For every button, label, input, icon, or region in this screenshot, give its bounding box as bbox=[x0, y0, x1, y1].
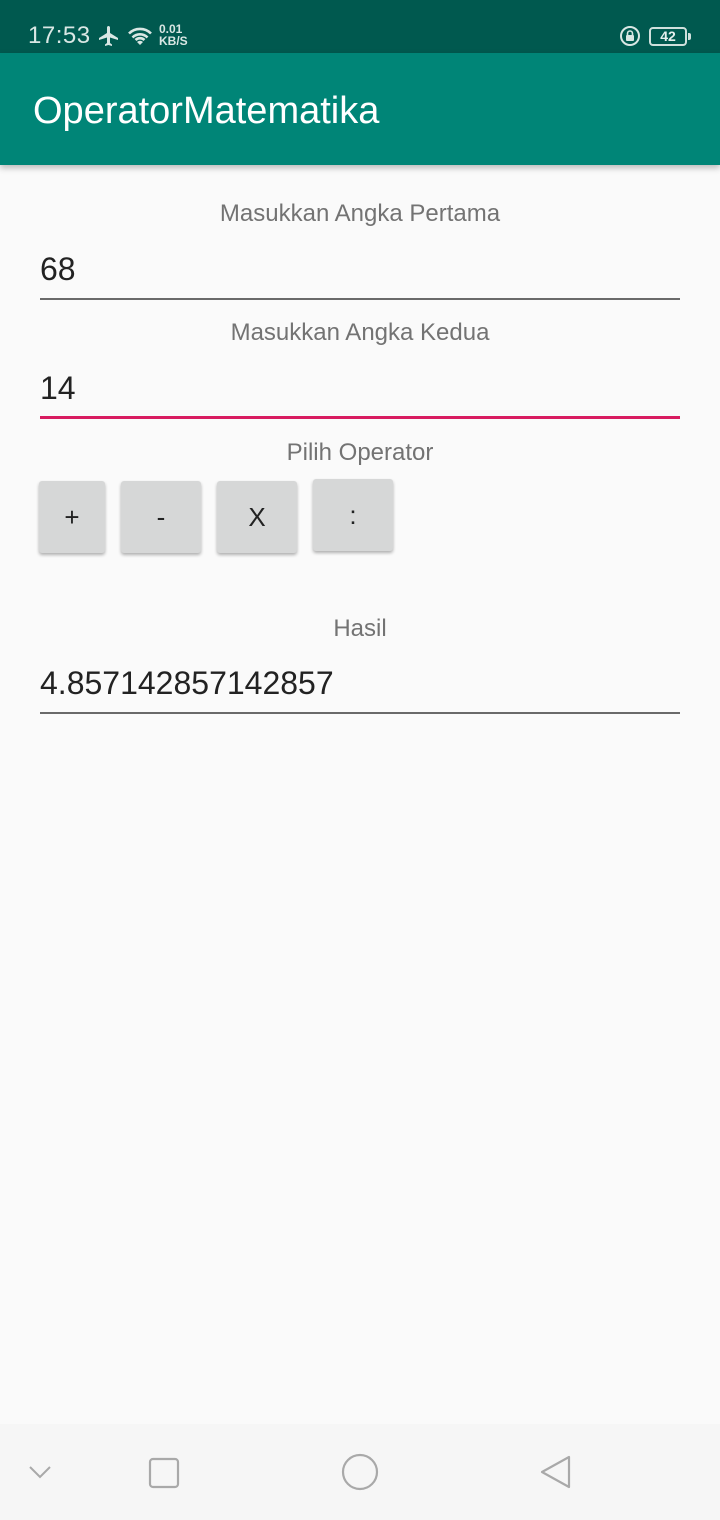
first-number-input[interactable]: 68 bbox=[40, 246, 680, 300]
network-speed-unit: KB/S bbox=[159, 34, 188, 48]
app-title: OperatorMatematika bbox=[33, 90, 380, 132]
result-label: Hasil bbox=[333, 615, 387, 642]
app-bar: OperatorMatematika bbox=[0, 53, 720, 165]
multiply-button[interactable]: X bbox=[217, 481, 297, 553]
divide-button[interactable]: : bbox=[313, 479, 393, 551]
wifi-icon bbox=[128, 27, 152, 45]
rotation-lock-icon bbox=[620, 26, 640, 46]
subtract-button[interactable]: - bbox=[121, 481, 201, 553]
network-speed: 0.01 KB/S bbox=[159, 23, 188, 47]
battery-tip bbox=[688, 33, 691, 40]
back-triangle-icon[interactable] bbox=[538, 1454, 574, 1490]
first-number-label: Masukkan Angka Pertama bbox=[219, 200, 501, 227]
chevron-down-icon[interactable] bbox=[28, 1464, 52, 1480]
result-field[interactable]: 4.857142857142857 bbox=[40, 660, 680, 714]
battery-icon: 42 bbox=[649, 27, 687, 46]
status-bar: 17:53 0.01 KB/S 42 bbox=[0, 0, 720, 53]
airplane-icon bbox=[99, 26, 118, 46]
navigation-bar bbox=[0, 1424, 720, 1520]
status-time: 17:53 bbox=[28, 22, 91, 49]
second-number-label: Masukkan Angka Kedua bbox=[230, 319, 490, 346]
second-number-input[interactable]: 14 bbox=[40, 365, 680, 419]
recents-square-icon[interactable] bbox=[148, 1457, 180, 1489]
add-button[interactable]: + bbox=[39, 481, 105, 553]
operator-label: Pilih Operator bbox=[286, 439, 434, 466]
home-circle-icon[interactable] bbox=[340, 1452, 380, 1492]
